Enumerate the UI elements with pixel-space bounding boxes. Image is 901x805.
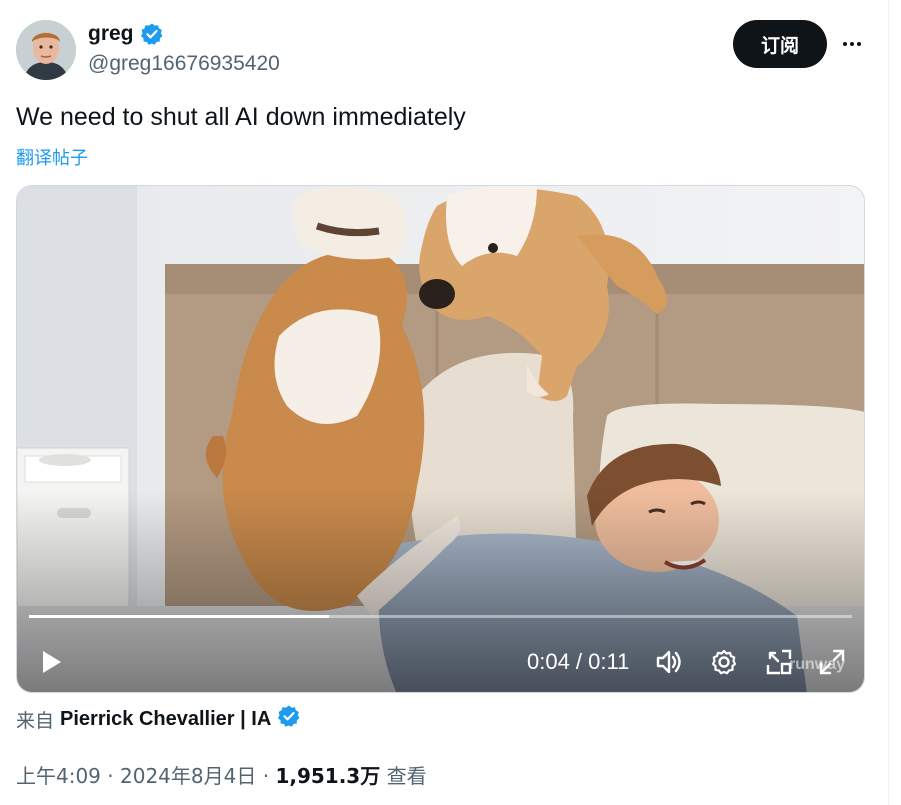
- profile-photo-icon: [16, 20, 76, 80]
- play-icon: [43, 651, 61, 673]
- verified-badge-icon: [277, 704, 301, 734]
- volume-button[interactable]: [654, 647, 684, 677]
- settings-button[interactable]: [709, 647, 739, 677]
- verified-badge-icon[interactable]: [140, 22, 164, 46]
- subscribe-button[interactable]: 订阅: [733, 20, 827, 68]
- view-count: 1,951.3万: [275, 764, 381, 788]
- more-horizontal-icon: [843, 42, 861, 46]
- video-progress-fill: [29, 615, 329, 618]
- display-name[interactable]: greg: [88, 22, 134, 46]
- video-time: 0:04 / 0:11: [527, 649, 630, 674]
- more-options-button[interactable]: [836, 28, 868, 60]
- handle[interactable]: @greg16676935420: [88, 52, 280, 76]
- author-name-row: greg: [88, 22, 164, 46]
- settings-icon: [711, 649, 737, 675]
- video-source: 来自 Pierrick Chevallier | IA: [16, 704, 301, 734]
- video-progress-bar[interactable]: [29, 615, 852, 618]
- runway-watermark: runway: [789, 656, 846, 673]
- translate-post-link[interactable]: 翻译帖子: [16, 144, 88, 170]
- source-prefix: 来自: [16, 709, 55, 732]
- avatar[interactable]: [16, 20, 76, 80]
- column-divider: [888, 0, 889, 805]
- play-button[interactable]: [37, 648, 65, 676]
- views-label: 查看: [386, 764, 427, 788]
- tweet-metadata: 上午4:09 · 2024年8月4日 · 1,951.3万 查看: [16, 760, 427, 789]
- meta-separator: ·: [256, 764, 276, 788]
- video-player[interactable]: 0:04 / 0:11 runway: [16, 185, 865, 693]
- volume-icon: [656, 650, 681, 674]
- meta-separator: ·: [100, 764, 120, 788]
- post-date-link[interactable]: 2024年8月4日: [120, 764, 256, 788]
- tweet-text: We need to shut all AI down immediately: [16, 103, 466, 131]
- source-author-link[interactable]: Pierrick Chevallier | IA: [60, 708, 271, 731]
- post-time-link[interactable]: 上午4:09: [16, 764, 101, 788]
